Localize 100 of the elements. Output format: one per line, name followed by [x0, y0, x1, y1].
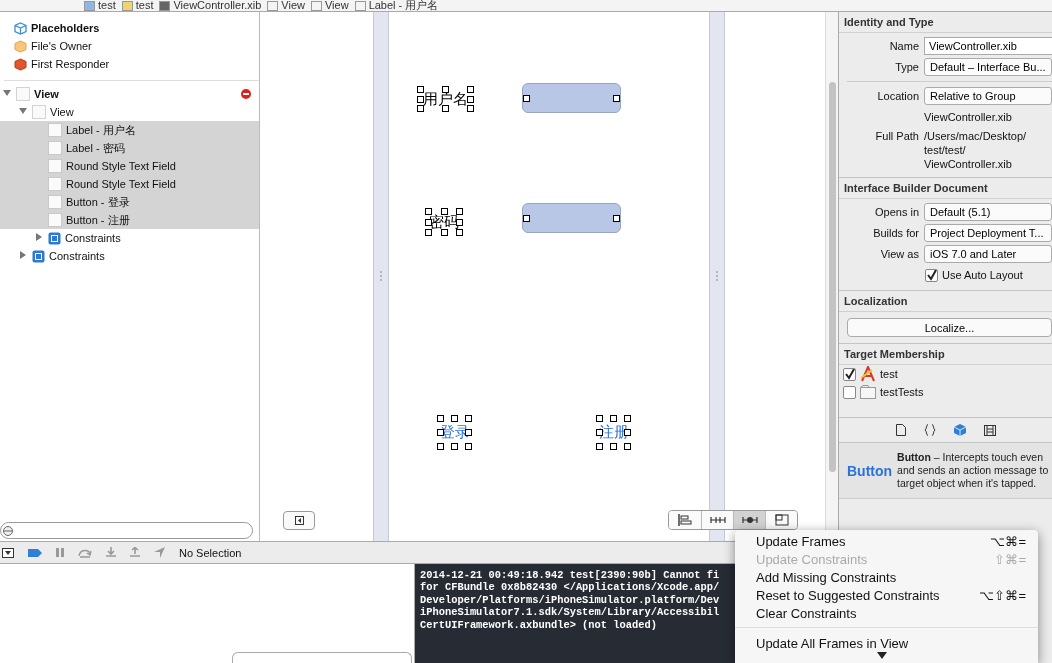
localize-button[interactable]: Localize... [847, 318, 1052, 337]
status-text: No Selection [179, 546, 242, 559]
breadcrumb-item[interactable]: Label - 用户名 [354, 0, 439, 11]
breadcrumb-item[interactable]: View [310, 0, 349, 11]
constraints-icon [32, 249, 45, 263]
cube-icon [953, 424, 966, 436]
filter-field[interactable] [0, 522, 253, 539]
popup-button[interactable]: iOS 7.0 and Later [924, 245, 1052, 263]
outline-item[interactable]: Placeholders [31, 22, 100, 34]
view-icon [48, 159, 62, 173]
field-label: Name [888, 39, 919, 52]
bundle-icon [860, 385, 876, 399]
view-icon [32, 105, 46, 119]
step-out-icon [130, 547, 140, 558]
console-line: 2014-12-21 00:49:18.942 test[2390:90b] Cannot fi [420, 569, 721, 582]
resize-icon [773, 514, 790, 526]
popup-button[interactable]: Default (5.1) [924, 203, 1052, 221]
popup-button[interactable]: Project Deployment T... [924, 224, 1052, 242]
target-name: test [880, 368, 898, 380]
library-tab[interactable] [895, 424, 906, 436]
path-text: /Users/mac/Desktop/ test/test/ ViewController.xib [924, 129, 1027, 171]
location-icon [154, 547, 165, 558]
app-icon [860, 366, 876, 382]
field-label: Builds for [872, 226, 919, 239]
collapsed-triangle-icon[interactable] [35, 233, 43, 241]
step-into-icon [106, 547, 116, 558]
menu-item[interactable]: Clear Constraints [735, 604, 1038, 622]
menu-item[interactable]: Reset to Suggested Constraints ⌥⇧⌘= [735, 586, 1038, 604]
console-line: CertUIFramework.axbundle> (not loaded) [420, 618, 658, 632]
expanded-triangle-icon[interactable] [3, 89, 11, 97]
text-field[interactable] [522, 203, 621, 233]
checkbox[interactable] [843, 385, 856, 399]
film-icon [983, 424, 996, 436]
breadcrumb-item[interactable]: test [121, 0, 154, 11]
cube-icon [14, 21, 27, 35]
toolbar-button[interactable] [733, 511, 765, 529]
item-description: Button – Intercepts touch even and sends an action message to target object when it's tapped. [897, 451, 1049, 490]
checkbox-label: Use Auto Layout [942, 269, 1023, 281]
menu-item[interactable]: Update Frames ⌥⌘= [735, 532, 1038, 550]
breadcrumb-item[interactable]: test [84, 0, 116, 11]
pause-icon [56, 548, 64, 557]
toggle-icon [2, 547, 14, 558]
field-label: Type [894, 60, 919, 73]
file-icon [895, 424, 906, 436]
field-label: Full Path [874, 129, 919, 142]
view-icon [48, 123, 62, 137]
scroll-down-icon [876, 652, 887, 659]
outline-item[interactable]: View [34, 88, 59, 100]
checkbox[interactable] [925, 268, 938, 282]
constraints-icon [48, 231, 61, 245]
back-button[interactable] [283, 511, 315, 530]
breadcrumb-item[interactable]: View [267, 0, 305, 11]
braces-icon [923, 424, 936, 436]
menu-item[interactable]: Update All Frames in View [735, 634, 1038, 652]
toolbar-button[interactable] [765, 511, 797, 529]
view-icon [48, 213, 62, 227]
cube-icon [14, 57, 27, 71]
console-line: for CFBundle 0x8b82430 </Applications/Xcode.app/ [420, 581, 721, 594]
view-icon [48, 141, 62, 155]
breadcrumb-item[interactable]: ViewController.xib [159, 0, 262, 11]
breakpoint-icon [28, 548, 42, 557]
collapsed-triangle-icon[interactable] [19, 251, 27, 259]
path-text: ViewController.xib [924, 110, 1012, 124]
checkbox[interactable] [843, 367, 856, 381]
resolve-icon [741, 514, 758, 526]
view-icon [48, 177, 62, 191]
back-icon [294, 516, 304, 525]
step-over-icon [78, 547, 92, 558]
field-label: Location [876, 89, 919, 102]
outline-item[interactable]: File's Owner [31, 40, 92, 52]
section-header: Target Membership [839, 343, 1052, 365]
align-icon [677, 514, 693, 526]
pin-icon [709, 514, 726, 526]
cube-icon [14, 39, 27, 53]
field-label: View as [879, 247, 919, 260]
console-line: Developer/Platforms/iPhoneSimulator.platform/Dev [420, 593, 721, 607]
scrollbar-thumb[interactable] [828, 82, 836, 472]
section-header: Interface Builder Document [839, 177, 1052, 199]
library-item[interactable]: Button Button – Intercepts touch even and sends an action message to target object when it's tapped. [839, 443, 1052, 499]
target-name: testTests [880, 386, 924, 398]
search-field[interactable] [232, 652, 412, 663]
console-line: iPhoneSimulator7.1.sdk/System/Library/Accessibil [420, 606, 721, 619]
view-icon [48, 195, 62, 209]
menu-item[interactable]: Add Missing Constraints [735, 568, 1038, 586]
filter-icon [3, 525, 13, 536]
expanded-triangle-icon[interactable] [19, 107, 27, 115]
popup-button[interactable]: Relative to Group [924, 87, 1052, 105]
section-header: Localization [839, 290, 1052, 312]
outline-item[interactable]: Constraints [65, 232, 121, 244]
library-tab[interactable] [983, 424, 996, 436]
view-icon [16, 87, 30, 101]
item-title: Button [847, 462, 893, 479]
text-field[interactable] [522, 83, 621, 113]
name-field[interactable]: ViewController.xib [924, 37, 1052, 55]
popup-button[interactable]: Default – Interface Bu... [924, 58, 1052, 76]
field-label: Opens in [873, 205, 919, 218]
outline-item[interactable]: View [50, 106, 74, 118]
outline-item[interactable]: First Responder [31, 58, 110, 70]
library-tab[interactable] [923, 424, 936, 436]
outline-item[interactable]: Constraints [49, 250, 105, 262]
